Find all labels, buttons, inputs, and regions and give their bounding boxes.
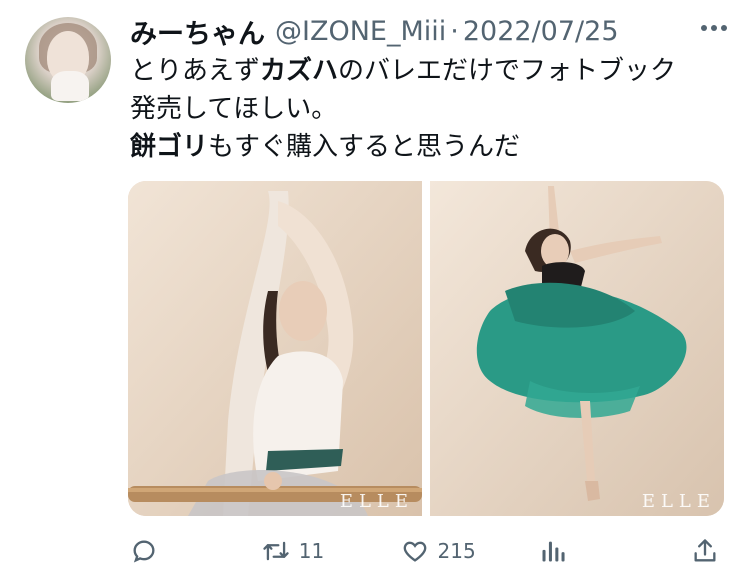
tweet-actions: 11 215	[130, 533, 719, 569]
views-button[interactable]	[539, 537, 691, 565]
media-photo-ballet-barre[interactable]: ELLE	[128, 181, 422, 516]
tweet-text-segment: とりあえず	[130, 56, 261, 86]
media-grid: ELLE ELLE	[128, 181, 724, 516]
more-dot	[701, 25, 707, 31]
tweet-text-bold: カズハ	[260, 56, 339, 86]
more-options-icon[interactable]	[701, 24, 727, 32]
more-dot	[721, 25, 727, 31]
tweet-text-segment: 発売してほしい。	[130, 94, 338, 124]
analytics-icon	[542, 541, 565, 562]
watermark-elle: ELLE	[339, 491, 414, 512]
reply-icon	[133, 540, 155, 563]
author-handle[interactable]: @IZONE_Miii	[275, 16, 446, 47]
like-button[interactable]: 215	[400, 537, 540, 565]
retweet-count: 11	[298, 539, 325, 563]
header-separator: ·	[450, 15, 459, 47]
tweet-text-line: 発売してほしい。	[130, 90, 730, 128]
retweet-button[interactable]: 11	[261, 537, 400, 565]
share-icon	[694, 539, 716, 562]
tweet-text-segment: もすぐ購入すると思うんだ	[208, 132, 521, 162]
tweet-text-line: 餅ゴリもすぐ購入すると思うんだ	[130, 128, 730, 166]
tweet-text: とりあえずカズハのバレエだけでフォトブック 発売してほしい。 餅ゴリもすぐ購入すると…	[130, 52, 730, 166]
reply-button[interactable]	[130, 537, 261, 565]
ballet-tutu-illustration	[430, 181, 724, 516]
tweet-date[interactable]: 2022/07/25	[463, 16, 619, 47]
author-name[interactable]: みーちゃん	[130, 12, 265, 51]
tweet-header: みーちゃん @IZONE_Miii · 2022/07/25	[130, 12, 729, 51]
tweet-text-segment: のバレエだけでフォトブック	[338, 56, 677, 86]
heart-icon	[403, 541, 426, 562]
watermark-elle: ELLE	[641, 491, 716, 512]
ballet-barre-illustration	[128, 181, 422, 516]
like-count: 215	[437, 539, 476, 563]
avatar-hand	[51, 71, 89, 101]
media-photo-ballet-tutu[interactable]: ELLE	[430, 181, 724, 516]
profile-avatar[interactable]	[25, 17, 111, 103]
tweet-text-line: とりあえずカズハのバレエだけでフォトブック	[130, 52, 730, 90]
retweet-icon	[263, 541, 289, 561]
share-button[interactable]	[691, 537, 719, 565]
more-dot	[711, 25, 717, 31]
tweet-text-bold: 餅ゴリ	[130, 132, 209, 162]
